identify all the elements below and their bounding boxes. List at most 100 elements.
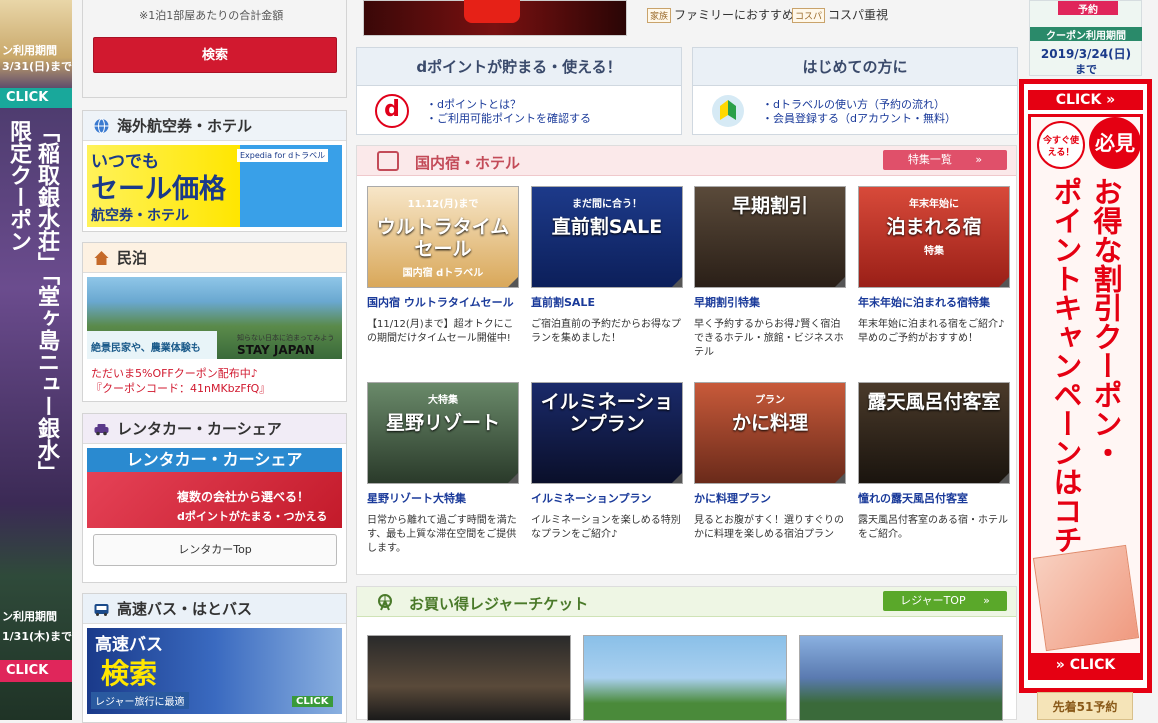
hotel-search-panel: ※1泊1部屋あたりの合計金額 検索 (82, 0, 347, 98)
beginner-link-register[interactable]: ・会員登録する（dアカウント・無料） (762, 110, 956, 126)
leisure-top-button[interactable]: レジャーTOP » (883, 591, 1007, 611)
double-chevron-icon: » (983, 594, 990, 607)
feature-card-title[interactable]: 憧れの露天風呂付客室 (858, 490, 1010, 506)
leisure-header: お買い得レジャーチケット レジャーTOP » (357, 587, 1016, 617)
right-campaign-banner[interactable]: CLICK » 今すぐ使える！ 必見 お得な割引クーポン・ ポイントキャンペーン… (1019, 79, 1152, 693)
minpaku-banner[interactable]: 絶景民家や、農業体験も 知らない日本に泊まってみよう STAY JAPAN (87, 277, 342, 359)
feature-card[interactable]: 年末年始に 泊まれる宿 特集 年末年始に泊まれる宿特集 年末年始に泊まれる宿をご紹介♪早… (858, 186, 1010, 346)
minpaku-title: 民泊 (117, 249, 148, 267)
feature-card-image[interactable]: 年末年始に泊まれる宿特集 (858, 186, 1010, 288)
feature-card[interactable]: 大特集 星野リゾート 星野リゾート大特集 日常から離れて過ごす時間を満たす、最も上質な… (367, 382, 519, 556)
right-banner-click-bottom[interactable]: » CLICK (1031, 653, 1140, 677)
feature-card-image-text: 泊まれる宿 (886, 216, 982, 238)
bus-banner-click[interactable]: CLICK (292, 696, 333, 707)
feature-card-image-text: ウルトラタイムセール (376, 216, 510, 260)
left-banner-click[interactable]: CLICK (0, 88, 72, 108)
feature-card-title[interactable]: 直前割SALE (531, 294, 683, 310)
feature-card-image-sub: 年末年始に (909, 199, 959, 210)
feature-card-image[interactable]: まだ間に合う！ 直前割SALE (531, 186, 683, 288)
minpaku-banner-small: 知らない日本に泊まってみよう (237, 334, 335, 342)
feature-card[interactable]: 11.12(月)まで ウルトラタイムセール 国内宿 dトラベル国内宿 ウルトラタイム… (367, 186, 519, 346)
feature-card-title[interactable]: イルミネーションプラン (531, 490, 683, 506)
bus-section: 高速バス・はとバス 高速バス 検索 レジャー旅行に最適 CLICK (82, 593, 347, 723)
minpaku-section: 民泊 絶景民家や、農業体験も 知らない日本に泊まってみよう STAY JAPAN… (82, 242, 347, 402)
dpoint-logo-icon: d (375, 94, 409, 128)
feature-card-image-sub: プラン (755, 395, 785, 406)
leisure-ticket-windmill-park[interactable] (583, 635, 787, 721)
corner-arrow-icon (999, 277, 1009, 287)
overseas-banner[interactable]: いつでも セール価格 航空券・ホテル Expedia for dトラベル (87, 145, 342, 227)
right-bottom-campaign[interactable]: 先着51予約 (1037, 692, 1133, 720)
left-banner-date: 3/31(日)まで (2, 60, 72, 73)
feature-list-button[interactable]: 特集一覧 » (883, 150, 1007, 170)
car-icon (94, 424, 109, 436)
tag-family-text: ファミリーにおすすめ (674, 8, 795, 22)
house-icon (94, 251, 109, 265)
feature-card-image[interactable]: 早期割引 (694, 186, 846, 288)
scrollbar[interactable] (1152, 0, 1158, 720)
bus-icon (94, 604, 109, 616)
leisure-ticket-safari-park[interactable] (799, 635, 1003, 721)
left-campaign-banner[interactable]: ン利用期間 3/31(日)まで CLICK 「稲取銀水荘」「堂ヶ島ニュー銀水」限… (0, 0, 72, 720)
bus-title: 高速バス・はとバス (117, 600, 253, 618)
feature-card-title[interactable]: 国内宿 ウルトラタイムセール (367, 294, 519, 310)
feature-card-image[interactable]: プラン かに料理 (694, 382, 846, 484)
feature-card-image[interactable]: 大特集 星野リゾート (367, 382, 519, 484)
tag-cospa-label: コスパ (792, 8, 826, 23)
expedia-brand: Expedia for dトラベル (237, 149, 329, 162)
right-banner-click-top-label: CLICK (1055, 92, 1102, 108)
bus-banner-line2: 検索 (101, 657, 158, 690)
feature-card-image[interactable]: イルミネーションプラン (531, 382, 683, 484)
bus-banner[interactable]: 高速バス 検索 レジャー旅行に最適 CLICK (87, 628, 342, 714)
rentacar-banner[interactable]: レンタカー・カーシェア 複数の会社から選べる！ dポイントがたまる・つかえる (87, 448, 342, 528)
overseas-section: 海外航空券・ホテル いつでも セール価格 航空券・ホテル Expedia for… (82, 110, 347, 232)
minpaku-promo[interactable]: ただいま5%OFFクーポン配布中♪ (91, 365, 258, 381)
right-top-tag: 予約 (1058, 1, 1118, 16)
minpaku-coupon-code[interactable]: 『クーポンコード：41nMKbzFfQ』 (91, 380, 270, 396)
feature-card-title[interactable]: 早期割引特集 (694, 294, 846, 310)
feature-card-image[interactable]: 露天風呂付客室 (858, 382, 1010, 484)
leisure-top-label: レジャーTOP (900, 594, 966, 607)
search-button[interactable]: 検索 (93, 37, 337, 73)
right-top-campaign[interactable]: 予約 クーポン利用期間 2019/3/24(日) まで (1029, 0, 1142, 76)
feature-card-title[interactable]: かに料理プラン (694, 490, 846, 506)
feature-card-desc: 露天風呂付客室のある宿・ホテルをご紹介。 (858, 515, 1008, 540)
feature-card[interactable]: まだ間に合う！ 直前割SALE 直前割SALE ご宿泊直前の予約だからお得なプランを集… (531, 186, 683, 346)
bus-header[interactable]: 高速バス・はとバス (83, 594, 346, 624)
feature-card-image-text: 直前割SALE (551, 216, 663, 238)
feature-card-title[interactable]: 星野リゾート大特集 (367, 490, 519, 506)
overseas-header[interactable]: 海外航空券・ホテル (83, 111, 346, 141)
rentacar-top-button[interactable]: レンタカーTop (93, 534, 337, 566)
feature-card-image-brand: 特集 (924, 246, 944, 257)
feature-card[interactable]: プラン かに料理かに料理プラン見るとお腹がすく！選りすぐりのかに料理を楽しめる宿泊… (694, 382, 846, 542)
tag-cospa[interactable]: コスパ コスパ重視 (792, 6, 888, 23)
video-play-icon[interactable] (464, 0, 520, 23)
left-banner-headline: 「稲取銀水荘」「堂ヶ島ニュー銀水」限定クーポン (6, 120, 59, 483)
corner-arrow-icon (672, 277, 682, 287)
left-banner-click-bottom[interactable]: CLICK (0, 660, 72, 682)
feature-card-image-text: 早期割引 (731, 195, 808, 217)
right-banner-click-top[interactable]: CLICK » (1028, 90, 1143, 110)
leisure-ticket-railway-museum[interactable] (367, 635, 571, 721)
dpoint-title: dポイントが貯まる・使える！ (357, 48, 681, 86)
badge-must-see: 必見 (1089, 117, 1141, 169)
tag-family-label: 家族 (647, 8, 672, 23)
ferris-wheel-icon (378, 594, 392, 611)
minpaku-header[interactable]: 民泊 (83, 243, 346, 273)
rentacar-banner-line2: dポイントがたまる・つかえる (177, 510, 328, 523)
feature-card[interactable]: 露天風呂付客室憧れの露天風呂付客室露天風呂付客室のある宿・ホテルをご紹介。 (858, 382, 1010, 542)
feature-card-desc: イルミネーションを楽しめる特別なプランをご紹介♪ (531, 515, 681, 540)
dpoint-link-check[interactable]: ・ご利用可能ポイントを確認する (426, 110, 591, 126)
leisure-ticket-section: お買い得レジャーチケット レジャーTOP » (356, 586, 1017, 721)
domestic-header: 国内宿・ホテル 特集一覧 » (357, 146, 1016, 176)
promo-video-thumbnail[interactable] (363, 0, 627, 36)
tag-family[interactable]: 家族 ファミリーにおすすめ (647, 6, 794, 23)
feature-card-desc: 見るとお腹がすく！選りすぐりのかに料理を楽しめる宿泊プラン (694, 515, 844, 540)
rentacar-header[interactable]: レンタカー・カーシェア (83, 414, 346, 444)
feature-card[interactable]: イルミネーションプラン イルミネーションプラン イルミネーションを楽しめる特別なプラ… (531, 382, 683, 542)
feature-card[interactable]: 早期割引 早期割引特集 早く予約するからお得♪賢く宿泊できるホテル・旅館・ビジネスホ… (694, 186, 846, 360)
double-chevron-icon: » (1055, 657, 1065, 673)
feature-card-title[interactable]: 年末年始に泊まれる宿特集 (858, 294, 1010, 310)
feature-card-image[interactable]: 11.12(月)まで ウルトラタイムセール 国内宿 dトラベル (367, 186, 519, 288)
corner-arrow-icon (835, 473, 845, 483)
